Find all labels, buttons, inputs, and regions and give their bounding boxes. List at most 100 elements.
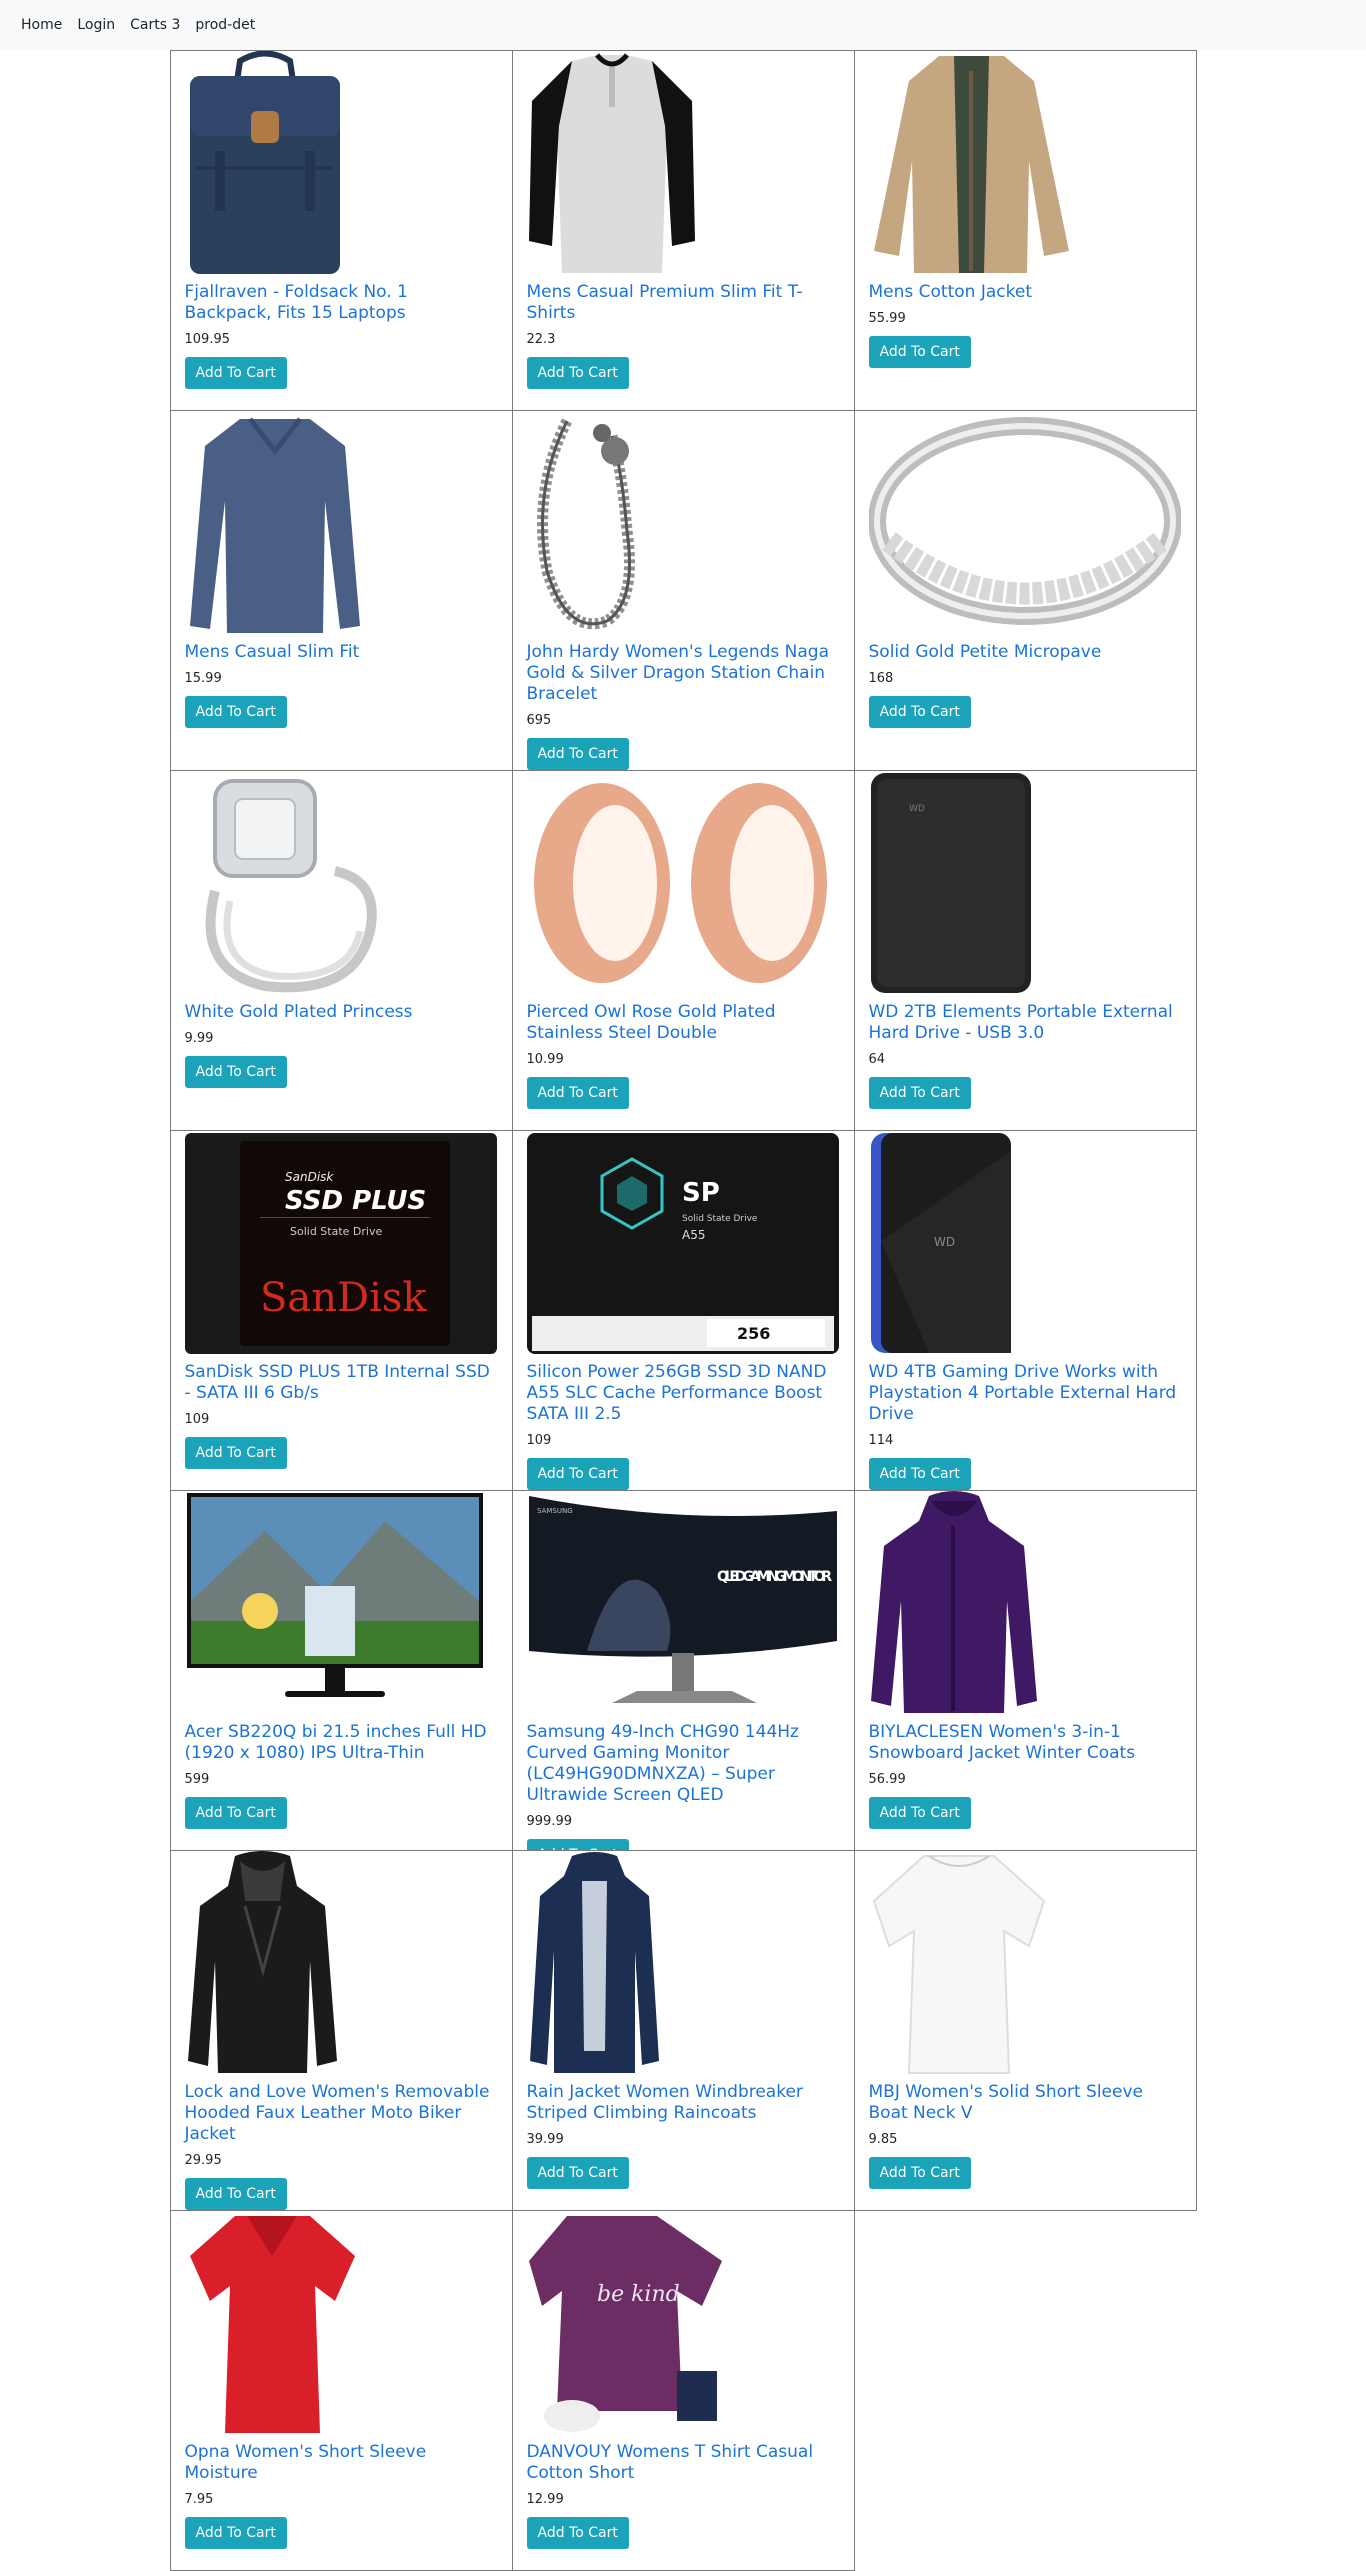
add-to-cart-button[interactable]: Add To Cart — [526, 1076, 629, 1109]
product-image-bracelet[interactable] — [527, 411, 840, 636]
add-to-cart-button[interactable]: Add To Cart — [868, 1076, 971, 1109]
product-price: 695 — [526, 712, 552, 728]
product-card: Rain Jacket Women Windbreaker Striped Cl… — [511, 1849, 855, 2211]
add-to-cart-button[interactable]: Add To Cart — [184, 2177, 287, 2210]
add-to-cart-button[interactable]: Add To Cart — [868, 335, 971, 368]
product-title[interactable]: White Gold Plated Princess — [185, 1002, 498, 1023]
product-image-sandisk-ssd[interactable]: SanDisk SSD PLUS Solid State Drive SanDi… — [184, 1131, 498, 1356]
product-card: WD WD 2TB Elements Portable External Har… — [853, 769, 1197, 1131]
product-title[interactable]: Rain Jacket Women Windbreaker Striped Cl… — [527, 2082, 840, 2124]
wd-gaming-label: WD — [934, 1235, 955, 1249]
nav-home-link[interactable]: Home — [21, 17, 62, 33]
product-image-tshirt[interactable] — [527, 51, 840, 276]
product-image-white-tee[interactable] — [869, 1851, 1182, 2076]
product-price: 56.99 — [868, 1771, 906, 1787]
product-card: John Hardy Women's Legends Naga Gold & S… — [511, 409, 855, 771]
product-card: Mens Casual Premium Slim Fit T-Shirts 22… — [511, 49, 855, 411]
add-to-cart-button[interactable]: Add To Cart — [184, 1436, 287, 1469]
product-card: Acer SB220Q bi 21.5 inches Full HD (1920… — [169, 1489, 513, 1851]
product-title[interactable]: Solid Gold Petite Micropave — [869, 642, 1182, 663]
add-to-cart-button[interactable]: Add To Cart — [526, 737, 629, 770]
add-to-cart-button[interactable]: Add To Cart — [184, 2516, 287, 2549]
product-image-silicon-power-ssd[interactable]: SP Solid State Drive A55 256 — [526, 1131, 840, 1356]
product-title[interactable]: Mens Casual Premium Slim Fit T-Shirts — [527, 282, 840, 324]
product-price: 9.85 — [868, 2131, 898, 2147]
product-card: Solid Gold Petite Micropave 168 Add To C… — [853, 409, 1197, 771]
sandisk-logo-text: SanDisk — [260, 1275, 427, 1321]
product-card: Opna Women's Short Sleeve Moisture 7.95 … — [169, 2209, 513, 2571]
product-image-rain-jacket[interactable] — [527, 1851, 840, 2076]
add-to-cart-button[interactable]: Add To Cart — [526, 1457, 629, 1490]
product-card: be kind DANVOUY Womens T Shirt Casual Co… — [511, 2209, 855, 2571]
product-card: Mens Casual Slim Fit 15.99 Add To Cart — [169, 409, 513, 771]
product-card: SP Solid State Drive A55 256 Silicon Pow… — [511, 1129, 855, 1491]
product-title[interactable]: Mens Cotton Jacket — [869, 282, 1182, 303]
product-image-acer-monitor[interactable] — [185, 1491, 498, 1716]
product-card: Pierced Owl Rose Gold Plated Stainless S… — [511, 769, 855, 1131]
add-to-cart-button[interactable]: Add To Cart — [868, 1796, 971, 1829]
product-title[interactable]: John Hardy Women's Legends Naga Gold & S… — [527, 642, 840, 705]
nav-carts-link[interactable]: Carts 3 — [130, 17, 180, 33]
add-to-cart-button[interactable]: Add To Cart — [868, 1457, 971, 1490]
product-card: SAMSUNG QLED GAMING MONITOR Samsung 49-I… — [511, 1489, 855, 1851]
product-price: 12.99 — [526, 2491, 564, 2507]
add-to-cart-button[interactable]: Add To Cart — [184, 695, 287, 728]
product-image-princess-ring[interactable] — [185, 771, 498, 996]
sp-sub-text: Solid State Drive — [682, 1214, 758, 1224]
product-card: Mens Cotton Jacket 55.99 Add To Cart — [853, 49, 1197, 411]
product-title[interactable]: Silicon Power 256GB SSD 3D NAND A55 SLC … — [527, 1362, 840, 1425]
sandisk-ssd-plus-text: SSD PLUS — [285, 1186, 426, 1216]
product-title[interactable]: Lock and Love Women's Removable Hooded F… — [185, 2082, 498, 2145]
product-price: 109 — [184, 1411, 210, 1427]
product-image-purple-tee[interactable]: be kind — [527, 2211, 840, 2436]
product-image-ring[interactable] — [868, 411, 1182, 636]
product-image-jacket[interactable] — [869, 51, 1182, 276]
product-title[interactable]: WD 4TB Gaming Drive Works with Playstati… — [869, 1362, 1182, 1425]
product-image-long-sleeve[interactable] — [185, 411, 498, 636]
product-image-samsung-monitor[interactable]: SAMSUNG QLED GAMING MONITOR — [527, 1491, 840, 1716]
product-title[interactable]: SanDisk SSD PLUS 1TB Internal SSD - SATA… — [185, 1362, 498, 1404]
product-grid: Fjallraven - Foldsack No. 1 Backpack, Fi… — [169, 49, 1197, 2571]
product-title[interactable]: DANVOUY Womens T Shirt Casual Cotton Sho… — [527, 2442, 840, 2484]
product-price: 64 — [868, 1051, 886, 1067]
product-price: 599 — [184, 1771, 210, 1787]
product-title[interactable]: Opna Women's Short Sleeve Moisture — [185, 2442, 498, 2484]
add-to-cart-button[interactable]: Add To Cart — [868, 2156, 971, 2189]
product-title[interactable]: Fjallraven - Foldsack No. 1 Backpack, Fi… — [185, 282, 498, 324]
add-to-cart-button[interactable]: Add To Cart — [184, 1055, 287, 1088]
product-title[interactable]: MBJ Women's Solid Short Sleeve Boat Neck… — [869, 2082, 1182, 2124]
product-image-red-tee[interactable] — [185, 2211, 498, 2436]
product-image-leather-jacket[interactable] — [185, 1850, 498, 2076]
qled-text: QLED GAMING MONITOR — [717, 1569, 832, 1585]
product-title[interactable]: BIYLACLESEN Women's 3-in-1 Snowboard Jac… — [869, 1722, 1182, 1764]
product-title[interactable]: WD 2TB Elements Portable External Hard D… — [869, 1002, 1182, 1044]
product-image-purple-coat[interactable] — [869, 1490, 1182, 1716]
product-price: 9.99 — [184, 1030, 214, 1046]
sp-model-text: A55 — [682, 1228, 705, 1242]
product-card: White Gold Plated Princess 9.99 Add To C… — [169, 769, 513, 1131]
add-to-cart-button[interactable]: Add To Cart — [526, 356, 629, 389]
add-to-cart-button[interactable]: Add To Cart — [184, 1796, 287, 1829]
product-title[interactable]: Mens Casual Slim Fit — [185, 642, 498, 663]
product-price: 22.3 — [526, 331, 556, 347]
tee-print-text: be kind — [597, 2282, 680, 2307]
product-image-backpack[interactable] — [185, 50, 498, 276]
product-title[interactable]: Pierced Owl Rose Gold Plated Stainless S… — [527, 1002, 840, 1044]
product-price: 109 — [526, 1432, 552, 1448]
add-to-cart-button[interactable]: Add To Cart — [526, 2156, 629, 2189]
product-price: 999.99 — [526, 1813, 573, 1829]
product-image-ear-plugs[interactable] — [527, 771, 840, 996]
product-card: BIYLACLESEN Women's 3-in-1 Snowboard Jac… — [853, 1489, 1197, 1851]
add-to-cart-button[interactable]: Add To Cart — [526, 2516, 629, 2549]
product-image-gaming-drive[interactable]: WD — [869, 1131, 1182, 1356]
sp-logo-text: SP — [682, 1178, 720, 1208]
sandisk-ssd-sub: Solid State Drive — [290, 1225, 382, 1238]
add-to-cart-button[interactable]: Add To Cart — [184, 356, 287, 389]
product-price: 15.99 — [184, 670, 222, 686]
add-to-cart-button[interactable]: Add To Cart — [868, 695, 971, 728]
product-title[interactable]: Samsung 49-Inch CHG90 144Hz Curved Gamin… — [527, 1722, 840, 1806]
nav-login-link[interactable]: Login — [77, 17, 115, 33]
product-image-hard-drive[interactable]: WD — [869, 771, 1182, 996]
product-title[interactable]: Acer SB220Q bi 21.5 inches Full HD (1920… — [185, 1722, 498, 1764]
nav-prod-det-link[interactable]: prod-det — [195, 17, 255, 33]
